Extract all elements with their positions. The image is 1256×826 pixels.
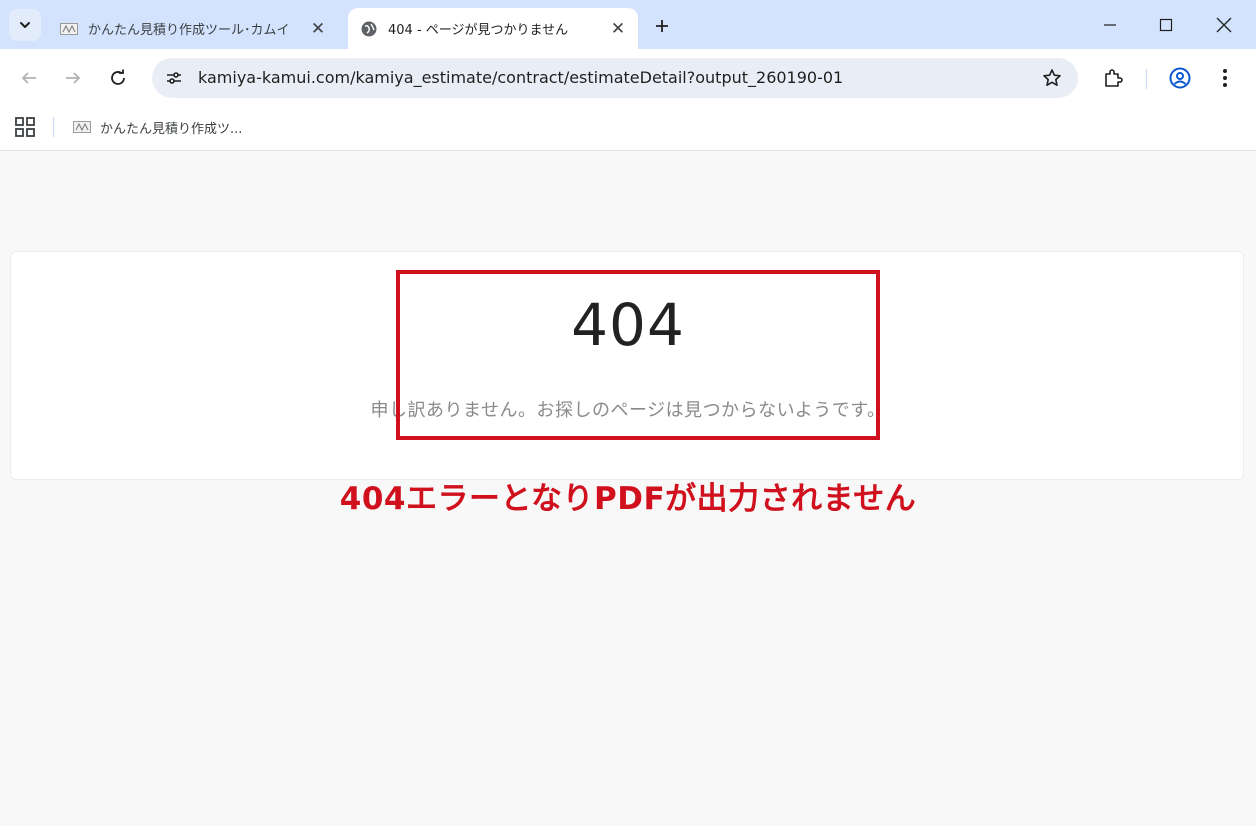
tab-404[interactable]: 404 - ページが見つかりません ✕ xyxy=(348,8,638,49)
profile-icon xyxy=(1169,67,1191,89)
bookmark-kamui[interactable]: かんたん見積り作成ツ... xyxy=(72,115,242,139)
bookmarks-bar: かんたん見積り作成ツ... xyxy=(0,107,1256,151)
tab-search-button[interactable] xyxy=(9,9,41,41)
bookmarks-divider xyxy=(53,117,54,137)
bookmark-star-button[interactable] xyxy=(1040,66,1064,90)
new-tab-button[interactable] xyxy=(648,12,676,40)
page-content: 404 申し訳ありません。お探しのページは見つからないようです。 404エラーと… xyxy=(0,151,1256,826)
browser-toolbar: kamiya-kamui.com/kamiya_estimate/contrac… xyxy=(0,49,1256,107)
star-icon xyxy=(1043,69,1061,86)
close-icon xyxy=(1216,17,1232,32)
more-vert-icon xyxy=(1223,69,1227,87)
menu-button[interactable] xyxy=(1209,62,1241,94)
minimize-icon xyxy=(1104,23,1116,26)
tune-icon xyxy=(167,72,181,84)
tab-kamui[interactable]: かんたん見積り作成ツール･カムイ ✕ xyxy=(48,8,338,49)
puzzle-icon xyxy=(1105,69,1123,87)
tab-strip: かんたん見積り作成ツール･カムイ ✕ 404 - ページが見つかりません ✕ xyxy=(0,0,1256,49)
back-arrow-icon xyxy=(21,72,36,84)
site-info-button[interactable] xyxy=(158,62,190,94)
close-window-button[interactable] xyxy=(1196,0,1252,49)
annotation-text: 404エラーとなりPDFが出力されません xyxy=(339,481,917,517)
reload-icon xyxy=(111,69,125,85)
globe-icon xyxy=(360,21,378,37)
close-tab-icon[interactable]: ✕ xyxy=(606,17,630,41)
maximize-button[interactable] xyxy=(1138,0,1194,49)
plus-icon xyxy=(656,20,668,32)
chevron-down-icon xyxy=(20,22,30,28)
bookmark-label: かんたん見積り作成ツ... xyxy=(100,121,243,137)
toolbar-divider xyxy=(1146,69,1147,89)
annotation-highlight-box xyxy=(396,270,880,440)
url-text[interactable]: kamiya-kamui.com/kamiya_estimate/contrac… xyxy=(198,68,843,87)
back-button[interactable] xyxy=(13,62,45,94)
profile-button[interactable] xyxy=(1164,62,1196,94)
forward-button[interactable] xyxy=(57,62,89,94)
forward-arrow-icon xyxy=(66,72,81,84)
kamui-favicon xyxy=(60,21,78,37)
tab-title: かんたん見積り作成ツール･カムイ xyxy=(88,23,290,38)
address-bar[interactable]: kamiya-kamui.com/kamiya_estimate/contrac… xyxy=(152,58,1078,98)
tab-title: 404 - ページが見つかりません xyxy=(388,23,569,38)
reload-button[interactable] xyxy=(102,62,134,94)
minimize-button[interactable] xyxy=(1082,0,1138,49)
kamui-favicon xyxy=(72,120,92,134)
extensions-button[interactable] xyxy=(1097,62,1129,94)
close-tab-icon[interactable]: ✕ xyxy=(306,17,330,41)
maximize-icon xyxy=(1159,18,1173,31)
apps-icon[interactable] xyxy=(14,116,36,138)
